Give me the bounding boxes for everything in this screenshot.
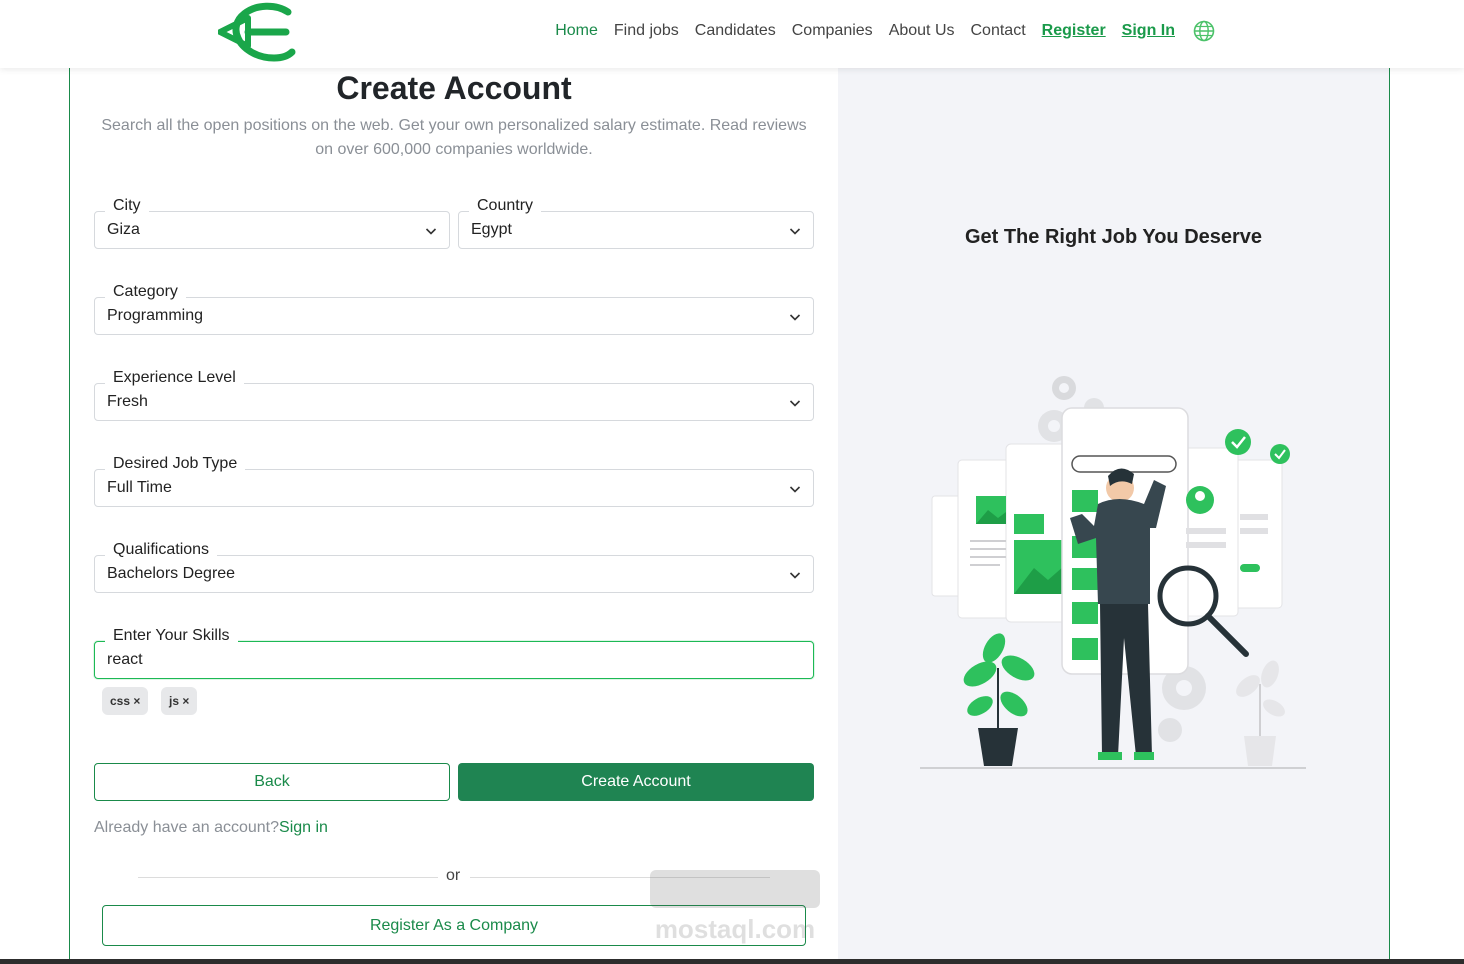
experience-level-label: Experience Level xyxy=(105,368,244,388)
skills-input[interactable]: Enter Your Skills react xyxy=(94,626,814,679)
nav-about-us[interactable]: About Us xyxy=(889,20,955,42)
country-select[interactable]: Country Egypt xyxy=(458,196,814,249)
navbar: Home Find jobs Candidates Companies Abou… xyxy=(0,0,1464,68)
job-search-illustration xyxy=(920,376,1306,769)
chevron-down-icon xyxy=(789,314,801,321)
chevron-down-icon xyxy=(789,400,801,407)
city-select[interactable]: City Giza xyxy=(94,196,450,249)
create-account-button[interactable]: Create Account xyxy=(458,763,814,801)
experience-level-value: Fresh xyxy=(107,393,148,410)
qualifications-label: Qualifications xyxy=(105,540,218,560)
nav-find-jobs[interactable]: Find jobs xyxy=(614,20,679,42)
country-label: Country xyxy=(469,196,542,216)
page-title: Create Account xyxy=(336,70,572,106)
job-type-label: Desired Job Type xyxy=(105,454,246,474)
nav-contact[interactable]: Contact xyxy=(971,20,1026,42)
job-type-select[interactable]: Desired Job Type Full Time xyxy=(94,454,814,507)
panel-heading: Get The Right Job You Deserve xyxy=(964,226,1263,248)
city-label: City xyxy=(105,196,149,216)
already-text: Already have an account? xyxy=(94,819,280,836)
chevron-down-icon xyxy=(789,572,801,579)
globe-icon[interactable] xyxy=(1193,20,1215,42)
chevron-down-icon xyxy=(425,228,437,235)
country-value: Egypt xyxy=(471,221,512,238)
job-type-value: Full Time xyxy=(107,479,172,496)
watermark-text: mostaql.com xyxy=(655,914,815,944)
skills-value: react xyxy=(107,651,143,668)
divider-left xyxy=(138,877,438,878)
back-button[interactable]: Back xyxy=(94,763,450,801)
experience-level-select[interactable]: Experience Level Fresh xyxy=(94,368,814,421)
category-value: Programming xyxy=(107,307,204,324)
page-subtitle: Search all the open positions on the web… xyxy=(101,117,807,158)
chevron-down-icon xyxy=(789,486,801,493)
category-label: Category xyxy=(105,282,186,302)
skill-tag-js[interactable]: js × xyxy=(161,687,198,715)
qualifications-value: Bachelors Degree xyxy=(107,565,236,582)
chevron-down-icon xyxy=(789,228,801,235)
nav-companies[interactable]: Companies xyxy=(792,20,873,42)
skills-label: Enter Your Skills xyxy=(105,626,238,646)
city-value: Giza xyxy=(107,221,140,238)
bottom-bar xyxy=(0,959,1464,964)
nav-home[interactable]: Home xyxy=(555,20,598,42)
logo-icon[interactable] xyxy=(218,2,298,64)
watermark-logo: mostaql.com xyxy=(650,870,820,944)
nav-register[interactable]: Register xyxy=(1042,20,1106,42)
nav-sign-in[interactable]: Sign In xyxy=(1122,20,1175,42)
category-select[interactable]: Category Programming xyxy=(94,282,814,335)
nav-links: Home Find jobs Candidates Companies Abou… xyxy=(539,20,1215,42)
nav-candidates[interactable]: Candidates xyxy=(695,20,776,42)
sign-in-prompt: Already have an account?Sign in xyxy=(94,818,328,838)
qualifications-select[interactable]: Qualifications Bachelors Degree xyxy=(94,540,814,593)
or-separator: or xyxy=(446,867,461,884)
skill-tag-css[interactable]: css × xyxy=(102,687,149,715)
sign-in-link[interactable]: Sign in xyxy=(279,819,328,836)
